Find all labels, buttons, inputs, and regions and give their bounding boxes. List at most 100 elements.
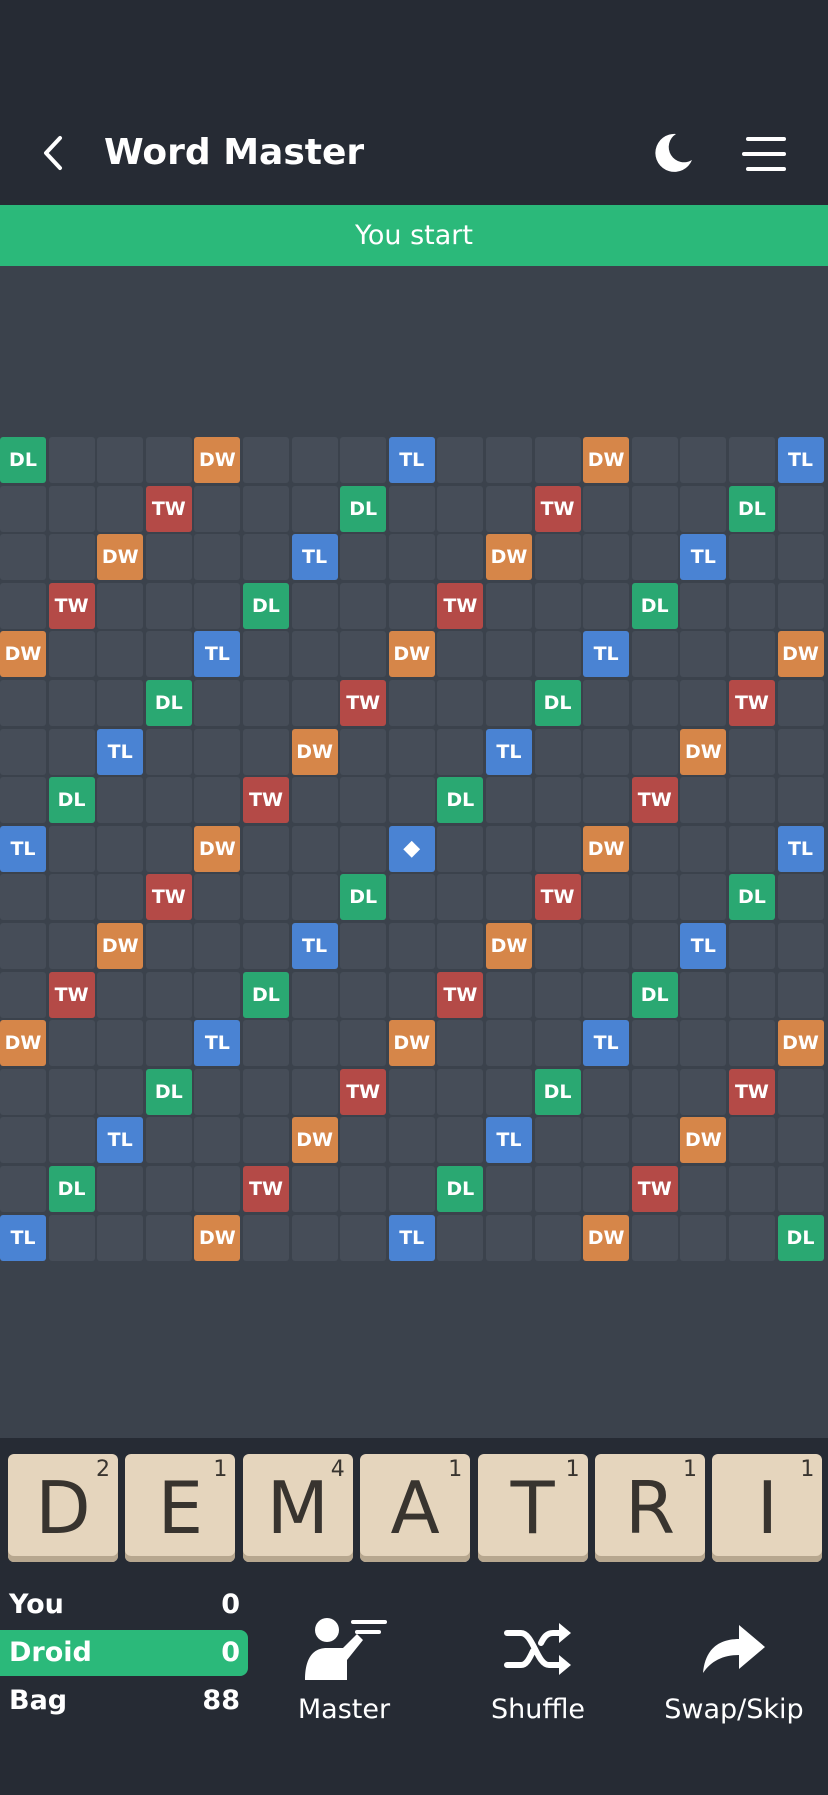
- board-cell[interactable]: [485, 1020, 532, 1067]
- rack-tile[interactable]: M4: [242, 1454, 353, 1562]
- board-cell[interactable]: [437, 1068, 484, 1115]
- board-cell-dw[interactable]: DW: [680, 728, 727, 775]
- board-cell-dw[interactable]: DW: [777, 631, 824, 678]
- board-cell[interactable]: [0, 874, 46, 921]
- board-cell[interactable]: [291, 1165, 338, 1212]
- board-cell-tl[interactable]: TL: [194, 631, 241, 678]
- board-cell[interactable]: [291, 437, 338, 483]
- board-cell[interactable]: [340, 1117, 387, 1164]
- board-cell[interactable]: [291, 825, 338, 872]
- board-cell[interactable]: [145, 534, 192, 581]
- board-cell[interactable]: [388, 582, 435, 629]
- board-cell[interactable]: [583, 582, 630, 629]
- board-cell[interactable]: [194, 874, 241, 921]
- board-cell[interactable]: [388, 874, 435, 921]
- board-cell[interactable]: [97, 631, 144, 678]
- board-cell[interactable]: [437, 437, 484, 483]
- board-cell[interactable]: [194, 922, 241, 969]
- swap-skip-button[interactable]: Swap/Skip: [654, 1608, 814, 1730]
- board-cell[interactable]: [388, 728, 435, 775]
- board-cell[interactable]: [583, 922, 630, 969]
- board-cell[interactable]: [145, 631, 192, 678]
- board-cell[interactable]: [485, 825, 532, 872]
- board-cell[interactable]: [97, 1068, 144, 1115]
- board-cell[interactable]: [583, 777, 630, 824]
- board-cell[interactable]: [485, 679, 532, 726]
- board-cell[interactable]: [145, 971, 192, 1018]
- board-cell[interactable]: [437, 825, 484, 872]
- board-cell[interactable]: [242, 874, 289, 921]
- board-cell[interactable]: [291, 1214, 338, 1261]
- board-cell[interactable]: [340, 1214, 387, 1261]
- board-cell[interactable]: [777, 534, 824, 581]
- board-cell-dl[interactable]: DL: [631, 582, 678, 629]
- board-cell[interactable]: [631, 1068, 678, 1115]
- board-cell[interactable]: [534, 1214, 581, 1261]
- board-cell[interactable]: [485, 582, 532, 629]
- master-button[interactable]: Master: [284, 1608, 404, 1730]
- board-cell[interactable]: [340, 582, 387, 629]
- board-cell-dl[interactable]: DL: [48, 777, 95, 824]
- board-cell-tl[interactable]: TL: [777, 437, 824, 483]
- board-cell[interactable]: [242, 825, 289, 872]
- board-cell[interactable]: [680, 485, 727, 532]
- board-cell[interactable]: [680, 971, 727, 1018]
- board-cell[interactable]: [242, 1117, 289, 1164]
- board-cell[interactable]: [777, 728, 824, 775]
- board-cell[interactable]: [485, 1165, 532, 1212]
- board-cell[interactable]: [340, 971, 387, 1018]
- board-cell[interactable]: [728, 728, 775, 775]
- board-cell-dl[interactable]: DL: [534, 679, 581, 726]
- board-cell-tw[interactable]: TW: [48, 971, 95, 1018]
- board-cell[interactable]: [145, 825, 192, 872]
- board-cell[interactable]: [534, 1117, 581, 1164]
- board-cell-dl[interactable]: DL: [145, 679, 192, 726]
- board-cell[interactable]: [631, 874, 678, 921]
- board-cell[interactable]: [583, 679, 630, 726]
- board-cell-tl[interactable]: TL: [485, 1117, 532, 1164]
- board-cell[interactable]: [48, 485, 95, 532]
- board-cell[interactable]: [97, 971, 144, 1018]
- board-cell[interactable]: [0, 971, 46, 1018]
- board-cell[interactable]: [728, 1214, 775, 1261]
- board-cell-dw[interactable]: DW: [291, 1117, 338, 1164]
- board-cell-dw[interactable]: DW: [583, 437, 630, 483]
- board-cell-dw[interactable]: DW: [388, 1020, 435, 1067]
- board-cell[interactable]: [680, 1068, 727, 1115]
- board-cell[interactable]: [145, 1165, 192, 1212]
- board-cell-tw[interactable]: TW: [534, 874, 581, 921]
- board-cell[interactable]: [437, 631, 484, 678]
- board-cell[interactable]: [777, 1117, 824, 1164]
- board-cell[interactable]: [631, 534, 678, 581]
- board-cell[interactable]: [680, 825, 727, 872]
- board-cell[interactable]: [631, 922, 678, 969]
- board-cell-tl[interactable]: TL: [777, 825, 824, 872]
- board-cell-tw[interactable]: TW: [631, 1165, 678, 1212]
- board-cell-tw[interactable]: TW: [242, 777, 289, 824]
- board-cell-tw[interactable]: TW: [534, 485, 581, 532]
- board-cell[interactable]: [145, 582, 192, 629]
- board-cell-dw[interactable]: DW: [388, 631, 435, 678]
- board-cell[interactable]: [97, 874, 144, 921]
- board-cell[interactable]: [388, 534, 435, 581]
- board-cell[interactable]: [48, 1214, 95, 1261]
- rack-tile[interactable]: D2: [8, 1454, 118, 1562]
- board-cell[interactable]: [680, 679, 727, 726]
- board-cell[interactable]: [194, 534, 241, 581]
- board-cell[interactable]: [48, 825, 95, 872]
- board-cell-tw[interactable]: TW: [631, 777, 678, 824]
- board-cell-dw[interactable]: DW: [777, 1020, 824, 1067]
- board-cell[interactable]: [97, 777, 144, 824]
- board-cell[interactable]: [777, 777, 824, 824]
- board-cell[interactable]: [340, 777, 387, 824]
- board-cell[interactable]: [728, 971, 775, 1018]
- board-cell[interactable]: [0, 534, 46, 581]
- board-cell[interactable]: [631, 485, 678, 532]
- board-cell-dw[interactable]: DW: [583, 825, 630, 872]
- board-cell[interactable]: [145, 1214, 192, 1261]
- board-cell[interactable]: [0, 922, 46, 969]
- board-cell[interactable]: [48, 874, 95, 921]
- back-button[interactable]: [36, 130, 76, 176]
- rack-tile[interactable]: E1: [125, 1454, 236, 1562]
- board-cell-tl[interactable]: TL: [388, 1214, 435, 1261]
